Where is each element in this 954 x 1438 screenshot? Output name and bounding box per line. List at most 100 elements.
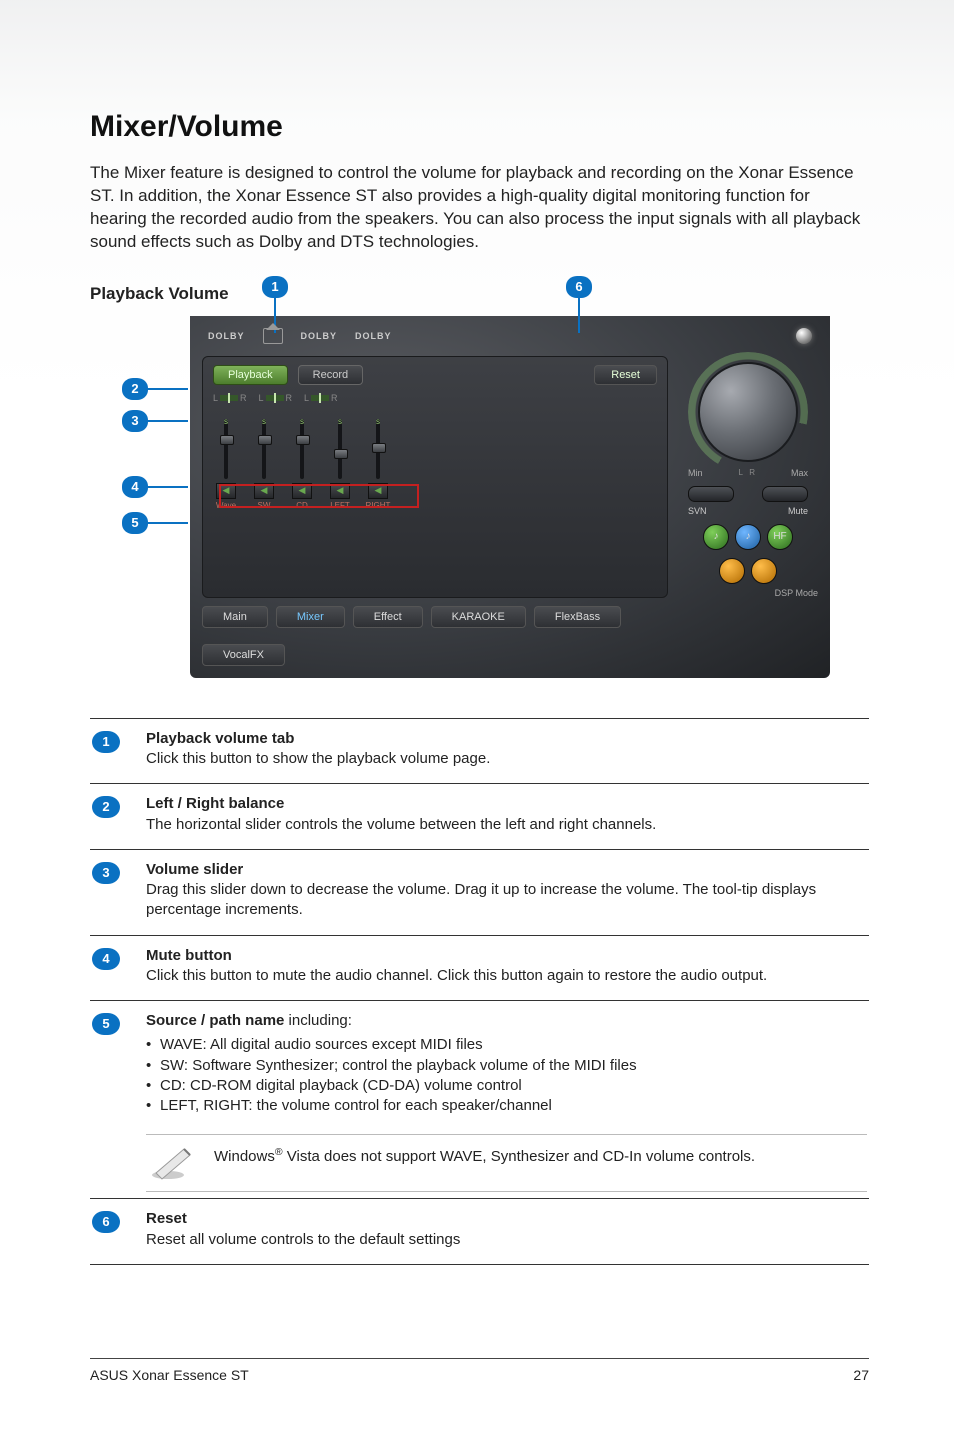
dial-min-label: Min [688, 468, 703, 478]
mute-button-cd[interactable]: ◀ [292, 483, 312, 499]
items-list: 1 Playback volume tab Click this button … [90, 718, 869, 1265]
item-6: 6 Reset Reset all volume controls to the… [90, 1198, 869, 1265]
balance-label: L [259, 393, 264, 403]
dsp-icon-1[interactable]: ♪ [703, 524, 729, 550]
bullet: SW: Software Synthesizer; control the pl… [146, 1056, 867, 1076]
master-pane: Min L R Max SVN Mute ♪ ♪ [678, 356, 818, 598]
volume-slider-right[interactable] [376, 419, 380, 479]
callout-lead [148, 486, 188, 488]
volume-slider-cd[interactable] [300, 419, 304, 479]
mute-slider[interactable] [762, 486, 808, 502]
item-text: Reset all volume controls to the default… [146, 1231, 460, 1248]
mute-button-left[interactable]: ◀ [330, 483, 350, 499]
balance-slider-3[interactable] [311, 395, 329, 401]
btab-vocalfx[interactable]: VocalFX [202, 644, 285, 666]
callout-3: 3 [122, 410, 188, 432]
tab-playback[interactable]: Playback [213, 365, 288, 385]
callout-bubble: 3 [122, 410, 148, 432]
callout-6: 6 [566, 276, 592, 333]
note-text: Windows® Vista does not support WAVE, Sy… [214, 1145, 755, 1167]
balance-label: R [286, 393, 293, 403]
volume-sliders: ◀ ◀ ◀ ◀ ◀ [213, 409, 657, 499]
item-title: Volume slider [146, 861, 243, 878]
item-text: Drag this slider down to decrease the vo… [146, 881, 816, 918]
balance-label: R [240, 393, 247, 403]
note-icon [150, 1145, 194, 1181]
source-label-cd: CD [289, 501, 315, 510]
item-num: 3 [92, 862, 120, 884]
mute-button-wave[interactable]: ◀ [216, 483, 236, 499]
source-row: Wave SW CD LEFT RIGHT [213, 501, 657, 514]
item-4: 4 Mute button Click this button to mute … [90, 935, 869, 1001]
item-text: Click this button to mute the audio chan… [146, 967, 767, 984]
svn-slider[interactable] [688, 486, 734, 502]
bottom-tabs: Main Mixer Effect KARAOKE FlexBass Vocal… [202, 606, 818, 666]
item-text: Click this button to show the playback v… [146, 750, 490, 767]
bullet: CD: CD-ROM digital playback (CD-DA) volu… [146, 1076, 867, 1096]
dial-max-label: Max [791, 468, 808, 478]
source-label-sw: SW [251, 501, 277, 510]
home-icon[interactable] [263, 328, 283, 344]
dolby-logo-3: DOLBY [355, 331, 392, 341]
btab-effect[interactable]: Effect [353, 606, 423, 628]
mute-button-sw[interactable]: ◀ [254, 483, 274, 499]
balance-label: L [304, 393, 309, 403]
mode-indicator-icon[interactable] [796, 328, 812, 344]
callout-lead [148, 420, 188, 422]
callout-lead [578, 298, 580, 333]
callout-bubble: 5 [122, 512, 148, 534]
callout-5: 5 [122, 512, 188, 534]
svn-label: SVN [688, 506, 707, 516]
mixer-panel: Playback Record Reset L R L R L R ◀ ◀ ◀ ◀ [202, 356, 818, 598]
mixer-pane: Playback Record Reset L R L R L R ◀ ◀ ◀ ◀ [202, 356, 668, 598]
item-5: 5 Source / path name including: WAVE: Al… [90, 1000, 869, 1198]
screenshot-area: 1 6 2 3 4 5 DOLBY DOLBY [130, 316, 869, 678]
page: Mixer/Volume The Mixer feature is design… [0, 0, 954, 1438]
bullet: WAVE: All digital audio sources except M… [146, 1035, 867, 1055]
item-1: 1 Playback volume tab Click this button … [90, 718, 869, 784]
callout-bubble: 6 [566, 276, 592, 298]
item-title-tail: including: [284, 1012, 352, 1029]
volume-slider-wave[interactable] [224, 419, 228, 479]
balance-slider-2[interactable] [266, 395, 284, 401]
item-num: 5 [92, 1013, 120, 1035]
item-2: 2 Left / Right balance The horizontal sl… [90, 783, 869, 849]
item-num: 2 [92, 796, 120, 818]
callout-2: 2 [122, 378, 188, 400]
dolby-logo-2: DOLBY [301, 331, 338, 341]
btab-main[interactable]: Main [202, 606, 268, 628]
footer-page-number: 27 [853, 1367, 869, 1383]
item-title: Playback volume tab [146, 730, 294, 747]
dsp-icon-3[interactable] [719, 558, 745, 584]
item-num: 1 [92, 731, 120, 753]
item-title: Reset [146, 1210, 187, 1227]
callout-bubble: 2 [122, 378, 148, 400]
lr-balance-row: LR LR LR [213, 393, 657, 403]
volume-slider-left[interactable] [338, 419, 342, 479]
volume-slider-sw[interactable] [262, 419, 266, 479]
source-label-left: LEFT [327, 501, 353, 510]
reset-button[interactable]: Reset [594, 365, 657, 385]
dsp-icon-4[interactable] [751, 558, 777, 584]
btab-karaoke[interactable]: KARAOKE [431, 606, 526, 628]
item-title: Left / Right balance [146, 795, 284, 812]
source-label-wave: Wave [213, 501, 239, 510]
tab-record[interactable]: Record [298, 365, 363, 385]
subheading-playback-volume: Playback Volume [90, 284, 869, 304]
mute-label: Mute [788, 506, 808, 516]
btab-mixer[interactable]: Mixer [276, 606, 345, 628]
dsp-mode-icons: ♪ ♪ HF [703, 524, 793, 550]
master-volume-dial[interactable] [698, 362, 798, 462]
btab-flexbass[interactable]: FlexBass [534, 606, 621, 628]
dsp-icon-2[interactable]: ♪ [735, 524, 761, 550]
balance-label: R [331, 393, 338, 403]
balance-label: L [213, 393, 218, 403]
footer-left: ASUS Xonar Essence ST [90, 1367, 249, 1383]
balance-slider-1[interactable] [220, 395, 238, 401]
source-label-right: RIGHT [365, 501, 391, 510]
callout-bubble: 1 [262, 276, 288, 298]
dsp-icon-hf[interactable]: HF [767, 524, 793, 550]
item-3: 3 Volume slider Drag this slider down to… [90, 849, 869, 935]
mute-button-right[interactable]: ◀ [368, 483, 388, 499]
item-text: The horizontal slider controls the volum… [146, 816, 656, 833]
